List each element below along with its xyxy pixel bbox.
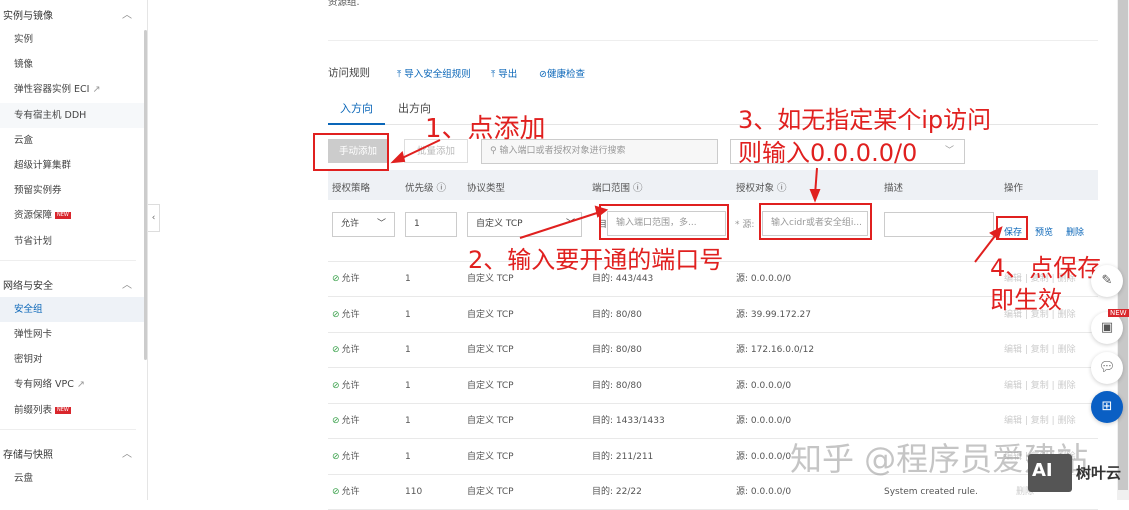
annotation-step4-line1: 4、点保存 bbox=[990, 254, 1102, 282]
pencil-icon: ✎ bbox=[1101, 273, 1113, 288]
apps-button[interactable]: ⊞ bbox=[1091, 391, 1123, 423]
logo-name: 树叶云 bbox=[1076, 464, 1122, 482]
annotation-step3-line1: 3、如无指定某个ip访问 bbox=[738, 106, 992, 134]
chat-button[interactable]: 💬︎ bbox=[1091, 352, 1123, 384]
annotation-step4-line2: 即生效 bbox=[990, 286, 1062, 314]
annotation-step2: 2、输入要开通的端口号 bbox=[468, 246, 724, 274]
book-icon: ▣ bbox=[1100, 320, 1114, 335]
apps-grid-icon: ⊞ bbox=[1101, 399, 1113, 414]
annotation-step1: 1、点添加 bbox=[425, 114, 546, 144]
edit-feedback-button[interactable]: ✎ bbox=[1091, 265, 1123, 297]
new-badge: NEW bbox=[1108, 309, 1129, 317]
annotation-step3-line2: 则输入0.0.0.0/0 bbox=[738, 139, 918, 167]
logo-mark: AI bbox=[1028, 454, 1072, 492]
chat-icon: 💬︎ bbox=[1098, 360, 1116, 375]
